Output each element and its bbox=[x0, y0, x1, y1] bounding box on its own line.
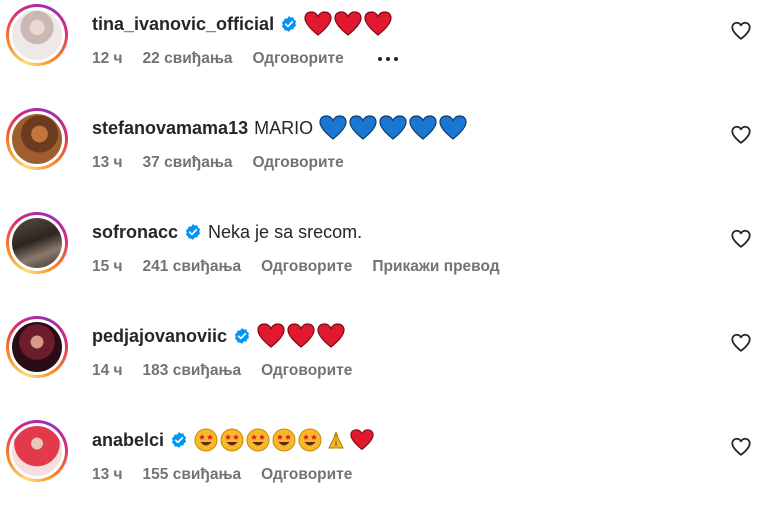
red-heart-icon bbox=[257, 323, 285, 349]
reply-button[interactable]: Одговорите bbox=[261, 466, 352, 484]
comment-item: sofronacc Neka je sa srecom. 15 ч 241 св… bbox=[0, 208, 765, 312]
avatar-story-ring[interactable] bbox=[6, 212, 68, 274]
avatar-story-ring[interactable] bbox=[6, 108, 68, 170]
like-heart-icon[interactable] bbox=[730, 20, 754, 44]
like-heart-icon[interactable] bbox=[730, 436, 754, 460]
verified-badge-icon bbox=[184, 223, 202, 241]
blue-heart-icon bbox=[439, 115, 467, 141]
comment-time[interactable]: 13 ч bbox=[92, 154, 123, 172]
comment-time[interactable]: 14 ч bbox=[92, 362, 123, 380]
comment-content: sofronacc Neka je sa srecom. bbox=[92, 218, 362, 246]
comment-text: MARIO bbox=[254, 117, 314, 138]
reply-button[interactable]: Одговорите bbox=[261, 258, 352, 276]
comment-meta: 12 ч 22 свиђања Одговорите bbox=[92, 50, 398, 68]
red-heart-icon bbox=[287, 323, 315, 349]
reply-button[interactable]: Одговорите bbox=[253, 50, 344, 68]
comment-emojis bbox=[304, 11, 392, 37]
comment-likes[interactable]: 37 свиђања bbox=[143, 154, 233, 172]
avatar[interactable] bbox=[12, 218, 62, 268]
comment-likes[interactable]: 22 свиђања bbox=[143, 50, 233, 68]
comment-content: tina_ivanovic_official bbox=[92, 10, 392, 38]
avatar-story-ring[interactable] bbox=[6, 4, 68, 66]
star-struck-icon bbox=[298, 428, 322, 452]
folded-hands-icon bbox=[324, 428, 348, 452]
avatar[interactable] bbox=[12, 114, 62, 164]
comment-list: tina_ivanovic_official 12 ч 22 свиђања О… bbox=[0, 0, 765, 510]
comment-likes[interactable]: 241 свиђања bbox=[143, 258, 242, 276]
avatar[interactable] bbox=[12, 10, 62, 60]
reply-button[interactable]: Одговорите bbox=[253, 154, 344, 172]
blue-heart-icon bbox=[349, 115, 377, 141]
comment-meta: 13 ч 37 свиђања Одговорите bbox=[92, 154, 344, 172]
comment-meta: 13 ч 155 свиђања Одговорите bbox=[92, 466, 352, 484]
comment-item: stefanovamama13 MARIO 13 ч 37 свиђања Од… bbox=[0, 104, 765, 208]
verified-badge-icon bbox=[280, 15, 298, 33]
like-heart-icon[interactable] bbox=[730, 228, 754, 252]
star-struck-icon bbox=[220, 428, 244, 452]
see-translation-button[interactable]: Прикажи превод bbox=[372, 258, 499, 276]
comment-emojis bbox=[319, 115, 467, 141]
comment-emojis bbox=[194, 428, 374, 452]
comment-item: pedjajovanoviic 14 ч 183 свиђања Одговор… bbox=[0, 312, 765, 416]
verified-badge-icon bbox=[170, 431, 188, 449]
star-struck-icon bbox=[246, 428, 270, 452]
comment-meta: 14 ч 183 свиђања Одговорите bbox=[92, 362, 352, 380]
comment-text: Neka je sa srecom. bbox=[208, 221, 363, 242]
more-options-icon[interactable] bbox=[377, 57, 398, 61]
comment-time[interactable]: 13 ч bbox=[92, 466, 123, 484]
comment-username[interactable]: anabelci bbox=[92, 430, 164, 451]
comment-likes[interactable]: 183 свиђања bbox=[143, 362, 242, 380]
blue-heart-icon bbox=[379, 115, 407, 141]
reply-button[interactable]: Одговорите bbox=[261, 362, 352, 380]
blue-heart-icon bbox=[409, 115, 437, 141]
comment-emojis bbox=[257, 323, 345, 349]
comment-meta: 15 ч 241 свиђања Одговорите Прикажи прев… bbox=[92, 258, 500, 276]
red-heart-icon bbox=[317, 323, 345, 349]
like-heart-icon[interactable] bbox=[730, 332, 754, 356]
avatar-story-ring[interactable] bbox=[6, 420, 68, 482]
comment-content: anabelci bbox=[92, 426, 374, 454]
comment-content: pedjajovanoviic bbox=[92, 322, 345, 350]
star-struck-icon bbox=[194, 428, 218, 452]
avatar[interactable] bbox=[12, 426, 62, 476]
comment-item: anabelci 13 ч 155 свиђања Одговорите bbox=[0, 416, 765, 520]
red-heart-icon bbox=[350, 428, 374, 452]
comment-username[interactable]: stefanovamama13 bbox=[92, 118, 248, 139]
verified-badge-icon bbox=[233, 327, 251, 345]
comment-time[interactable]: 12 ч bbox=[92, 50, 123, 68]
star-struck-icon bbox=[272, 428, 296, 452]
comment-likes[interactable]: 155 свиђања bbox=[143, 466, 242, 484]
comment-username[interactable]: pedjajovanoviic bbox=[92, 326, 227, 347]
blue-heart-icon bbox=[319, 115, 347, 141]
comment-username[interactable]: tina_ivanovic_official bbox=[92, 14, 274, 35]
red-heart-icon bbox=[364, 11, 392, 37]
comment-username[interactable]: sofronacc bbox=[92, 222, 178, 243]
comment-time[interactable]: 15 ч bbox=[92, 258, 123, 276]
comment-item: tina_ivanovic_official 12 ч 22 свиђања О… bbox=[0, 0, 765, 104]
red-heart-icon bbox=[334, 11, 362, 37]
comment-content: stefanovamama13 MARIO bbox=[92, 114, 467, 142]
avatar[interactable] bbox=[12, 322, 62, 372]
like-heart-icon[interactable] bbox=[730, 124, 754, 148]
avatar-story-ring[interactable] bbox=[6, 316, 68, 378]
red-heart-icon bbox=[304, 11, 332, 37]
